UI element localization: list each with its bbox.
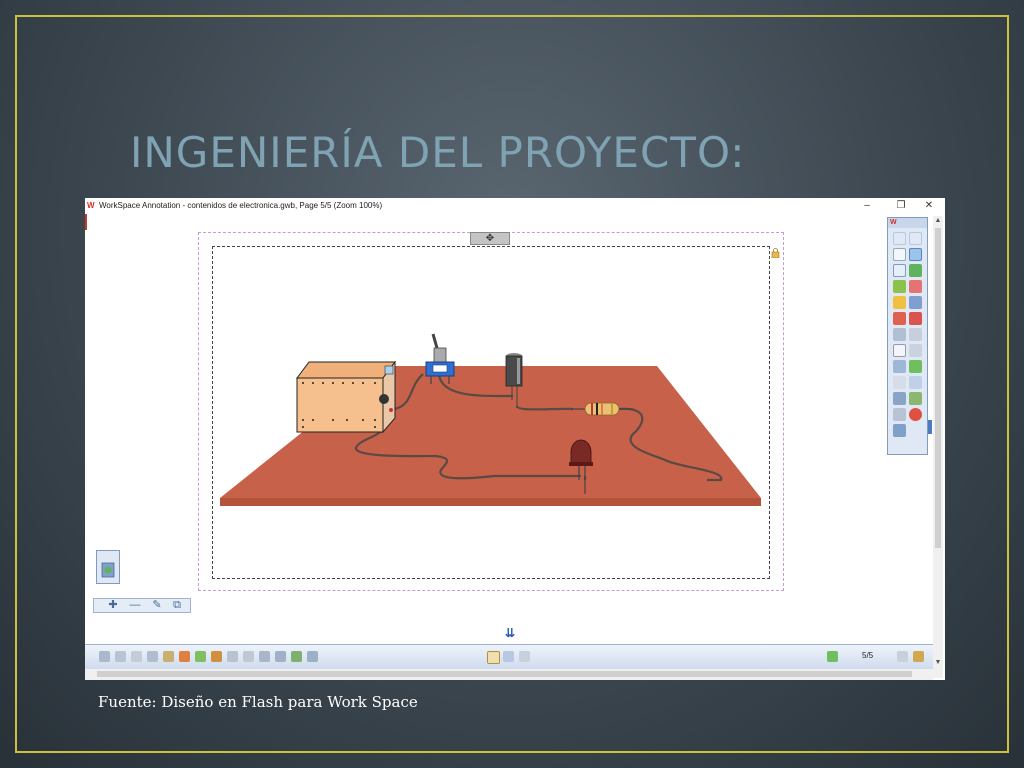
panel-side-tab[interactable] — [928, 420, 932, 434]
capture-icon[interactable] — [893, 360, 906, 373]
ungroup-icon[interactable] — [227, 651, 238, 662]
properties-icon[interactable] — [307, 651, 318, 662]
highlighter-icon[interactable] — [909, 280, 922, 293]
laser-icon[interactable] — [909, 264, 922, 277]
layer-icon[interactable] — [503, 651, 514, 662]
floating-tools-panel[interactable]: W — [887, 217, 928, 455]
shape-icon[interactable] — [893, 296, 906, 309]
page-counter: 5/5 — [862, 651, 874, 660]
page-sorter-icon[interactable] — [909, 344, 922, 357]
fill-color-icon[interactable] — [179, 651, 190, 662]
clear-icon[interactable] — [893, 328, 906, 341]
link-icon[interactable] — [519, 651, 530, 662]
previous-icon[interactable] — [827, 651, 838, 662]
source-caption: Fuente: Diseño en Flash para Work Space — [98, 693, 418, 711]
workspace-window[interactable]: W WorkSpace Annotation - contenidos de e… — [85, 198, 945, 680]
new-page-icon[interactable] — [893, 344, 906, 357]
user-icon[interactable] — [913, 651, 924, 662]
bring-front-icon[interactable] — [259, 651, 270, 662]
tools-panel-header[interactable]: W — [888, 218, 927, 228]
pointer-icon[interactable] — [893, 264, 906, 277]
eraser-icon[interactable] — [909, 312, 922, 325]
horizontal-scroll-thumb[interactable] — [97, 671, 912, 677]
tools-icon[interactable] — [893, 408, 906, 421]
select-page-icon[interactable] — [909, 248, 922, 261]
remove-icon[interactable]: — — [128, 600, 142, 611]
duplicate-icon[interactable]: ⧉ — [170, 600, 184, 611]
exit-icon[interactable] — [909, 408, 922, 421]
copy-icon[interactable] — [147, 651, 158, 662]
undo-icon[interactable] — [893, 232, 906, 245]
table-icon[interactable] — [909, 376, 922, 389]
redo-icon[interactable] — [909, 232, 922, 245]
vertical-scroll-thumb[interactable] — [935, 228, 941, 548]
send-back-icon[interactable] — [275, 651, 286, 662]
line-icon[interactable] — [909, 296, 922, 309]
save-file-icon[interactable] — [115, 651, 126, 662]
recycle-bin-icon[interactable] — [96, 550, 120, 584]
scroll-down-icon[interactable]: ▼ — [933, 658, 943, 668]
open-icon[interactable] — [99, 651, 110, 662]
crop-icon[interactable] — [243, 651, 254, 662]
paste-icon[interactable] — [163, 651, 174, 662]
group-icon[interactable] — [211, 651, 222, 662]
pen-icon[interactable] — [893, 280, 906, 293]
save-icon[interactable] — [893, 392, 906, 405]
gallery-icon[interactable] — [909, 392, 922, 405]
text-icon[interactable] — [893, 312, 906, 325]
cut-icon[interactable] — [131, 651, 142, 662]
tools-logo-icon: W — [890, 219, 897, 226]
mouse-icon[interactable] — [893, 248, 906, 261]
toggle-switch — [425, 333, 455, 384]
bottom-toolbar[interactable]: 5/5 — [85, 644, 933, 669]
line-color-icon[interactable] — [195, 651, 206, 662]
next-icon[interactable] — [897, 651, 908, 662]
add-icon[interactable]: ✚ — [106, 600, 120, 611]
scroll-up-icon[interactable]: ▲ — [933, 216, 943, 226]
expand-toolbar-icon[interactable]: ⇊ — [502, 626, 518, 640]
object-mini-toolbar[interactable]: ✚ — ✎ ⧉ — [93, 598, 191, 613]
settings-icon[interactable] — [893, 424, 906, 437]
lock-toggle-icon[interactable] — [487, 651, 500, 664]
circuit-board-edge — [220, 498, 761, 506]
insert-image-icon[interactable] — [291, 651, 302, 662]
power-supply — [296, 360, 396, 434]
circuit-illustration — [220, 333, 761, 506]
next-page-icon[interactable] — [893, 376, 906, 389]
slide-title: INGENIERÍA DEL PROYECTO: — [130, 128, 746, 177]
edit-icon[interactable]: ✎ — [150, 600, 164, 611]
delete-icon[interactable] — [909, 328, 922, 341]
previous-page-icon[interactable] — [909, 360, 922, 373]
